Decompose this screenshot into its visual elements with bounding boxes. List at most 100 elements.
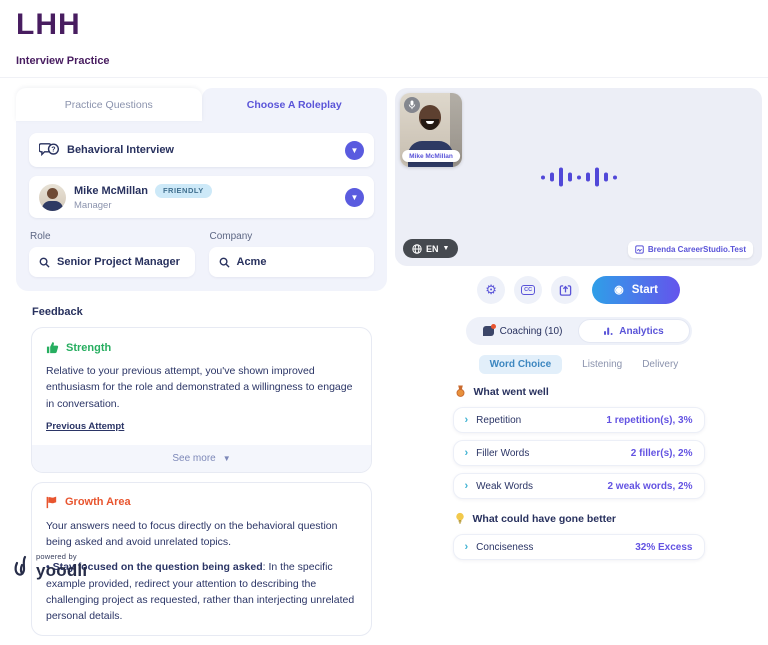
growth-body: Your answers need to focus directly on t…: [46, 518, 357, 551]
analytics-subtabs: Word Choice Listening Delivery: [395, 355, 762, 374]
session-panel: Mike McMillan EN ▼ Brenda CareerStudio.T…: [395, 88, 762, 567]
roleplay-config-panel: ? Behavioral Interview ▼ Mike McMillan F…: [16, 121, 387, 291]
language-selector[interactable]: EN ▼: [403, 239, 458, 258]
participant-video-thumbnail[interactable]: Mike McMillan: [400, 93, 462, 167]
role-value: Senior Project Manager: [57, 256, 180, 268]
subtab-listening[interactable]: Listening: [582, 355, 622, 374]
gear-icon: ⚙: [485, 282, 497, 298]
tab-analytics[interactable]: Analytics: [578, 319, 690, 343]
gone-better-heading-row: What could have gone better: [455, 512, 705, 525]
strength-card: Strength Relative to your previous attem…: [31, 327, 372, 473]
persona-chevron-down-icon[interactable]: ▼: [345, 188, 364, 207]
metric-row-conciseness[interactable]: › Conciseness 32% Excess: [453, 534, 705, 560]
previous-attempt-link[interactable]: Previous Attempt: [46, 421, 124, 432]
went-well-heading-row: What went well: [455, 385, 705, 398]
lightbulb-icon: [455, 512, 465, 525]
signature-icon: [635, 245, 644, 254]
metric-label: Repetition: [476, 415, 521, 426]
page-title: Interview Practice: [16, 55, 110, 67]
growth-bullet: • Stay focused on the question being ask…: [46, 559, 357, 624]
feedback-heading: Feedback: [32, 306, 387, 318]
metric-row-repetition[interactable]: › Repetition 1 repetition(s), 3%: [453, 407, 705, 433]
persona-friendly-badge: FRIENDLY: [155, 184, 212, 198]
strength-body: Relative to your previous attempt, you'v…: [46, 363, 357, 412]
analytics-metrics: What went well › Repetition 1 repetition…: [453, 385, 705, 560]
metric-label: Filler Words: [476, 448, 529, 459]
persona-info: Mike McMillan FRIENDLY Manager: [74, 184, 212, 211]
company-label: Company: [210, 231, 375, 242]
start-button[interactable]: ◉ Start: [592, 276, 680, 304]
medal-icon: [455, 385, 466, 398]
chevron-down-icon: ▼: [223, 454, 231, 463]
participant-name-pill: Mike McMillan: [402, 150, 460, 162]
metric-row-weak-words[interactable]: › Weak Words 2 weak words, 2%: [453, 473, 705, 499]
role-company-fields: Role Senior Project Manager Company Acme: [29, 227, 374, 277]
persona-avatar: [39, 184, 66, 211]
roleplay-tabs: Practice Questions Choose A Roleplay: [16, 88, 387, 121]
scenario-title: Behavioral Interview: [67, 144, 174, 156]
start-label: Start: [632, 284, 658, 296]
svg-text:?: ?: [51, 146, 55, 154]
role-input[interactable]: Senior Project Manager: [29, 247, 195, 277]
role-label: Role: [30, 231, 195, 242]
app-header: LHH Interview Practice: [0, 0, 768, 78]
captions-button[interactable]: CC: [514, 276, 542, 304]
tab-practice-questions[interactable]: Practice Questions: [16, 88, 202, 121]
metric-value: 2 weak words, 2%: [607, 481, 692, 492]
company-value: Acme: [237, 256, 267, 268]
chevron-right-icon: ›: [465, 414, 469, 426]
subtab-delivery[interactable]: Delivery: [642, 355, 678, 374]
chevron-right-icon: ›: [465, 480, 469, 492]
coaching-analytics-tabs: Coaching (10) Analytics: [466, 317, 692, 345]
company-field-group: Company Acme: [209, 227, 375, 277]
powered-by-label: powered by: [36, 553, 87, 561]
chevron-right-icon: ›: [465, 541, 469, 553]
see-more-button[interactable]: See more ▼: [32, 445, 371, 472]
subtab-word-choice[interactable]: Word Choice: [479, 355, 562, 374]
interview-practice-app: { "brand": { "logo": "LHH", "page_title"…: [0, 0, 768, 584]
see-more-label: See more: [172, 453, 215, 464]
persona-role: Manager: [74, 200, 212, 211]
persona-select[interactable]: Mike McMillan FRIENDLY Manager ▼: [29, 176, 374, 218]
closed-captions-icon: CC: [521, 285, 535, 295]
bar-chart-icon: [603, 326, 613, 336]
role-field-group: Role Senior Project Manager: [29, 227, 195, 277]
settings-button[interactable]: ⚙: [477, 276, 505, 304]
metric-value: 2 filler(s), 2%: [631, 448, 693, 459]
thumbs-up-icon: [46, 341, 59, 354]
lhh-logo: LHH: [16, 8, 81, 42]
tab-choose-a-roleplay[interactable]: Choose A Roleplay: [202, 88, 388, 121]
gone-better-heading: What could have gone better: [473, 513, 617, 525]
scenario-chevron-down-icon[interactable]: ▼: [345, 141, 364, 160]
video-stage: Mike McMillan EN ▼ Brenda CareerStudio.T…: [395, 88, 762, 266]
audio-waveform: [541, 168, 617, 187]
metric-row-filler-words[interactable]: › Filler Words 2 filler(s), 2%: [453, 440, 705, 466]
language-value: EN: [426, 244, 439, 254]
analytics-label: Analytics: [619, 326, 663, 337]
yoodli-wordmark: yoodli: [36, 562, 87, 579]
went-well-heading: What went well: [474, 386, 549, 398]
microphone-icon: [404, 97, 420, 113]
search-icon: [219, 257, 230, 268]
metric-value: 32% Excess: [635, 542, 692, 553]
strength-title: Strength: [66, 342, 111, 354]
share-screen-button[interactable]: [551, 276, 579, 304]
search-icon: [39, 257, 50, 268]
metric-value: 1 repetition(s), 3%: [606, 415, 692, 426]
session-branding-pill: Brenda CareerStudio.Test: [628, 241, 753, 258]
roleplay-chat-icon: ?: [39, 142, 59, 158]
coaching-label: Coaching (10): [500, 326, 563, 337]
company-input[interactable]: Acme: [209, 247, 375, 277]
metric-label: Conciseness: [476, 542, 533, 553]
share-upload-icon: [559, 284, 572, 297]
metric-label: Weak Words: [476, 481, 533, 492]
chevron-down-icon: ▼: [443, 245, 450, 252]
tab-coaching[interactable]: Coaching (10): [468, 319, 578, 343]
powered-by-yoodli: powered by yoodli: [13, 553, 87, 580]
yoodli-logo-icon: [13, 555, 31, 579]
coaching-chat-icon: [483, 326, 494, 336]
chevron-right-icon: ›: [465, 447, 469, 459]
session-controls: ⚙ CC ◉ Start: [395, 276, 762, 304]
session-branding-label: Brenda CareerStudio.Test: [648, 245, 746, 254]
scenario-select[interactable]: ? Behavioral Interview ▼: [29, 133, 374, 167]
